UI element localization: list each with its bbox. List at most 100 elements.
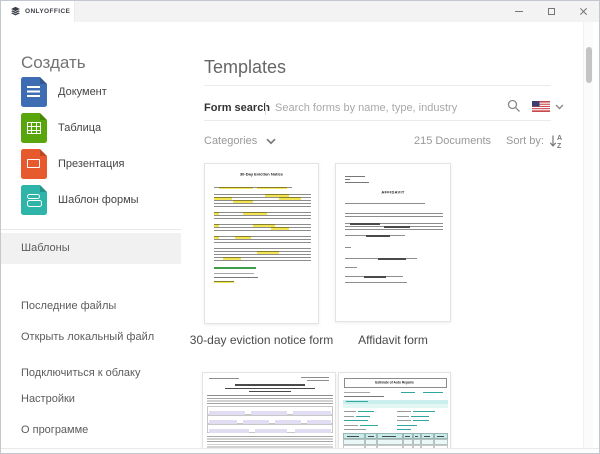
categories-label: Categories	[204, 135, 257, 147]
divider	[265, 101, 266, 115]
divider	[204, 120, 551, 121]
preview-texture	[358, 411, 374, 412]
maximize-button[interactable]	[535, 1, 567, 22]
preview-texture	[424, 436, 431, 437]
preview-texture	[233, 200, 253, 203]
scrollbar-thumb[interactable]	[586, 47, 592, 83]
sidebar-item-open-local-file[interactable]: Открыть локальный файл	[1, 327, 181, 347]
language-selector[interactable]	[532, 98, 568, 115]
preview-texture	[397, 429, 411, 430]
preview-texture	[40, 185, 47, 192]
divider	[204, 85, 551, 86]
app-window: ONLYOFFICE Создать Документ Таблица През…	[0, 0, 600, 454]
create-item-label: Таблица	[58, 113, 101, 143]
template-card-eviction-notice[interactable]: 30-Day Eviction Notice	[204, 163, 319, 324]
create-form-template-button[interactable]: Шаблон формы	[1, 185, 181, 215]
chevron-down-icon	[555, 104, 564, 110]
spreadsheet-icon	[21, 113, 47, 143]
preview-texture	[415, 436, 419, 437]
preview-texture	[27, 122, 41, 134]
preview-texture	[207, 395, 333, 396]
maximize-icon	[548, 8, 555, 15]
preview-texture	[214, 281, 234, 284]
search-button[interactable]	[506, 99, 522, 115]
preview-texture	[214, 236, 311, 245]
preview-texture	[267, 139, 275, 143]
preview-texture	[40, 77, 47, 84]
preview-texture: Z	[557, 143, 562, 149]
preview-texture	[344, 396, 384, 397]
templates-panel: Templates Form search	[181, 22, 600, 448]
preview-texture	[235, 384, 305, 386]
form-search-label: Form search	[204, 102, 270, 114]
preview-texture	[209, 411, 245, 415]
sidebar-item-settings[interactable]: Настройки	[1, 389, 181, 409]
preview-texture	[344, 425, 358, 426]
preview-texture	[214, 236, 219, 239]
preview-texture	[207, 436, 333, 448]
preview-texture	[279, 197, 301, 200]
preview-texture	[378, 258, 406, 260]
template-card-label[interactable]: 30-day eviction notice form	[184, 333, 339, 347]
search-icon	[507, 99, 521, 113]
preview-texture	[397, 425, 417, 426]
close-icon	[579, 7, 588, 16]
preview-texture	[207, 398, 333, 404]
sidebar-item-recent-files[interactable]: Последние файлы	[1, 296, 181, 316]
preview-texture	[223, 257, 241, 260]
preview-texture	[366, 235, 390, 237]
create-spreadsheet-button[interactable]: Таблица	[1, 113, 181, 143]
preview-texture	[405, 436, 410, 437]
preview-texture	[384, 226, 410, 228]
template-card-auto-repair-estimate[interactable]: Estimate of Auto Repairs	[338, 372, 451, 448]
preview-texture	[307, 420, 331, 424]
preview-texture	[214, 277, 258, 278]
titlebar[interactable]: ONLYOFFICE	[1, 1, 599, 22]
preview-texture	[344, 420, 368, 421]
preview-texture	[345, 203, 425, 204]
preview-texture	[345, 267, 357, 268]
sidebar-item-about[interactable]: О программе	[1, 420, 181, 440]
preview-texture	[209, 429, 249, 433]
sort-control[interactable]: Sort by: A Z	[506, 133, 564, 149]
preview-texture	[401, 392, 415, 393]
preview-texture	[397, 420, 411, 421]
app-tab[interactable]: ONLYOFFICE	[1, 1, 75, 22]
preview-texture	[214, 197, 232, 200]
preview-texture	[556, 105, 563, 109]
sort-label: Sort by:	[506, 135, 544, 147]
minimize-button[interactable]	[503, 1, 535, 22]
create-presentation-button[interactable]: Презентация	[1, 149, 181, 179]
preview-texture	[301, 377, 329, 378]
preview-texture	[251, 411, 287, 415]
onlyoffice-logo-icon	[10, 6, 21, 17]
preview-texture	[345, 179, 350, 180]
categories-dropdown[interactable]: Categories	[204, 135, 276, 147]
sidebar-item-templates[interactable]: Шаблоны	[1, 233, 181, 264]
preview-texture	[214, 212, 219, 215]
preview-texture	[382, 436, 396, 437]
search-input[interactable]	[273, 99, 483, 117]
preview-texture	[27, 194, 40, 199]
template-card-label[interactable]: Affidavit form	[335, 333, 451, 347]
preview-texture	[219, 187, 253, 190]
sidebar-item-connect-cloud[interactable]: Подключиться к облаку	[1, 363, 181, 383]
template-card-affidavit[interactable]: AFFIDAVIT	[335, 163, 451, 322]
preview-texture: A	[557, 135, 562, 142]
preview-texture	[397, 411, 411, 412]
create-document-button[interactable]: Документ	[1, 77, 181, 107]
preview-texture	[411, 416, 429, 417]
preview-texture	[293, 411, 331, 415]
preview-texture	[368, 436, 374, 437]
close-button[interactable]	[567, 1, 599, 22]
app-title: ONLYOFFICE	[25, 8, 70, 15]
presentation-icon	[21, 149, 47, 179]
scrollbar-track[interactable]	[583, 22, 593, 448]
form-template-icon	[21, 185, 47, 215]
preview-texture	[214, 224, 219, 227]
template-card-ssa-application[interactable]	[202, 372, 336, 448]
minimize-icon	[515, 11, 523, 12]
preview-texture	[275, 420, 301, 424]
preview-texture	[345, 213, 443, 219]
preview-texture	[40, 113, 47, 120]
